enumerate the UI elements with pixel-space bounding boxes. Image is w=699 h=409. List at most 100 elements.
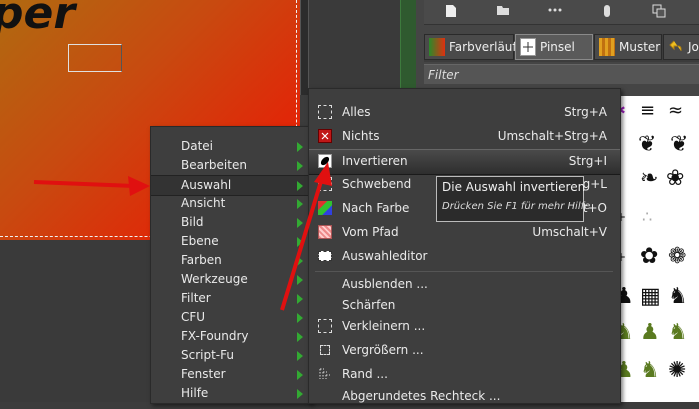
menu-item-label: Rand ... bbox=[342, 367, 388, 381]
menu-item-label: CFU bbox=[181, 310, 206, 324]
filter-field[interactable]: Filter bbox=[424, 64, 699, 84]
brush-thumb[interactable]: ❧ bbox=[640, 168, 658, 190]
new-document-icon[interactable] bbox=[444, 4, 458, 18]
brush-thumb[interactable]: ♟ bbox=[640, 322, 660, 344]
menu-item-windows[interactable]: Fenster bbox=[151, 365, 311, 384]
brush-thumb[interactable]: ✺ bbox=[668, 360, 686, 382]
menu-item-from-path[interactable]: Vom Pfad Umschalt+V bbox=[309, 221, 620, 245]
menu-item-grow[interactable]: Vergrößern ... bbox=[309, 339, 620, 363]
menu-item-file[interactable]: Datei bbox=[151, 137, 311, 156]
menu-item-edit[interactable]: Bearbeiten bbox=[151, 156, 311, 175]
tab-journal[interactable]: Journal bbox=[663, 34, 699, 60]
tab-gradients[interactable]: Farbverläufe bbox=[424, 34, 524, 60]
menu-item-label: Schwebend bbox=[342, 177, 412, 191]
menu-item-label: Nach Farbe bbox=[342, 201, 410, 215]
tab-patterns[interactable]: Muster bbox=[594, 34, 662, 60]
menu-item-help[interactable]: Hilfe bbox=[151, 384, 311, 403]
brush-thumb[interactable]: ❦ bbox=[670, 134, 688, 156]
from-path-icon bbox=[318, 225, 332, 239]
menu-item-tools[interactable]: Werkzeuge bbox=[151, 270, 311, 289]
menu-item-filters[interactable]: Filter bbox=[151, 289, 311, 308]
submenu-arrow-icon bbox=[297, 312, 303, 323]
menu-item-label: Alles bbox=[342, 105, 371, 119]
image-menu: Datei Bearbeiten Auswahl Ansicht Bild Eb… bbox=[150, 126, 312, 404]
menu-item-invert[interactable]: Invertieren Strg+I bbox=[309, 149, 620, 175]
menu-item-layer[interactable]: Ebene bbox=[151, 232, 311, 251]
dock-toolbar bbox=[424, 0, 699, 25]
menu-item-label: Fenster bbox=[181, 367, 226, 381]
menu-item-view[interactable]: Ansicht bbox=[151, 194, 311, 213]
grow-icon bbox=[320, 345, 330, 355]
submenu-arrow-icon bbox=[297, 293, 303, 304]
brush-thumb[interactable]: ∴ bbox=[642, 206, 652, 228]
menu-item-label: Bearbeiten bbox=[181, 158, 247, 172]
menu-item-label: Hilfe bbox=[181, 386, 209, 400]
brush-thumb[interactable]: ♞ bbox=[668, 322, 688, 344]
brush-thumb[interactable]: ≡ bbox=[640, 100, 655, 122]
brush-thumb[interactable]: ▦ bbox=[640, 286, 661, 308]
menu-item-colors[interactable]: Farben bbox=[151, 251, 311, 270]
tooltip-hint: Drücken Sie F1 für mehr Hilfe bbox=[442, 201, 591, 212]
pattern-icon bbox=[599, 38, 615, 56]
brush-thumb[interactable]: ❦ bbox=[638, 134, 656, 156]
brush-thumb[interactable]: ❀ bbox=[666, 168, 684, 190]
menu-item-label: Invertieren bbox=[342, 154, 408, 168]
menu-item-label: Farben bbox=[181, 253, 222, 267]
menu-item-shrink[interactable]: Verkleinern ... bbox=[309, 315, 620, 339]
submenu-arrow-icon bbox=[297, 388, 303, 399]
gradient-icon bbox=[429, 38, 445, 56]
menu-item-image[interactable]: Bild bbox=[151, 213, 311, 232]
submenu-arrow-icon bbox=[297, 160, 303, 171]
windows-icon[interactable] bbox=[652, 4, 666, 18]
menu-item-script-fu[interactable]: Script-Fu bbox=[151, 346, 311, 365]
brush-grid[interactable]: ✱ ≡ ≈ ❦ ❦ ❧ ❀ + ∴ + ✿ ❁ ♟ ▦ ♞ ♞ ♟ ♞ ♟ ♞ … bbox=[610, 96, 699, 402]
menu-item-label: Abgerundetes Rechteck ... bbox=[342, 389, 501, 403]
menu-item-label: Schärfen bbox=[342, 298, 396, 312]
submenu-arrow-icon bbox=[297, 274, 303, 285]
menu-item-label: Bild bbox=[181, 215, 204, 229]
submenu-arrow-icon bbox=[297, 255, 303, 266]
tooltip: Die Auswahl invertieren Drücken Sie F1 f… bbox=[436, 176, 590, 222]
menu-item-select-all[interactable]: Alles Strg+A bbox=[309, 101, 620, 125]
menu-item-border[interactable]: Rand ... bbox=[309, 363, 620, 387]
menu-item-select-none[interactable]: Nichts Umschalt+Strg+A bbox=[309, 125, 620, 149]
brush-thumb[interactable]: ❁ bbox=[668, 246, 686, 268]
submenu-arrow-icon bbox=[297, 141, 303, 152]
brush-thumb[interactable]: ♞ bbox=[668, 286, 688, 308]
menu-item-label: Auswahleditor bbox=[342, 249, 428, 263]
submenu-arrow-icon bbox=[297, 217, 303, 228]
menu-shortcut: Strg+A bbox=[564, 105, 607, 119]
border-icon bbox=[318, 367, 332, 381]
menu-item-selection-editor[interactable]: Auswahleditor bbox=[309, 245, 620, 269]
menu-item-select[interactable]: Auswahl bbox=[151, 175, 311, 196]
menu-item-fx-foundry[interactable]: FX-Foundry bbox=[151, 327, 311, 346]
menu-item-label: Filter bbox=[181, 291, 211, 305]
tooltip-title: Die Auswahl invertieren bbox=[442, 180, 586, 194]
brush-dots-icon[interactable] bbox=[548, 4, 562, 18]
menu-item-label: FX-Foundry bbox=[181, 329, 249, 343]
menu-item-label: Auswahl bbox=[181, 178, 232, 192]
folder-icon[interactable] bbox=[496, 4, 510, 18]
by-color-icon bbox=[318, 201, 332, 215]
menu-shortcut: Umschalt+Strg+A bbox=[497, 129, 607, 143]
brush-thumb[interactable]: ♞ bbox=[640, 360, 660, 382]
submenu-arrow-icon bbox=[297, 198, 303, 209]
menu-shortcut: Strg+I bbox=[568, 154, 607, 168]
invert-icon bbox=[318, 154, 332, 168]
select-all-icon bbox=[318, 105, 332, 119]
menu-item-label: Ausblenden ... bbox=[342, 277, 428, 291]
menu-item-label: Vom Pfad bbox=[342, 225, 399, 239]
menu-item-label: Ansicht bbox=[181, 196, 226, 210]
menu-item-label: Verkleinern ... bbox=[342, 319, 426, 333]
brush-thumb[interactable]: ✿ bbox=[640, 246, 658, 268]
menu-shortcut: Umschalt+V bbox=[532, 225, 607, 239]
menu-item-cfu[interactable]: CFU bbox=[151, 308, 311, 327]
toggle-icon[interactable] bbox=[600, 4, 614, 18]
submenu-arrow-icon bbox=[297, 331, 303, 342]
undo-icon bbox=[668, 38, 684, 56]
tab-brushes-label: Pinsel bbox=[540, 40, 575, 54]
menu-item-rounded-rect[interactable]: Abgerundetes Rechteck ... bbox=[309, 385, 620, 409]
tab-brushes[interactable]: Pinsel bbox=[515, 34, 593, 60]
canvas-padding bbox=[308, 0, 401, 95]
brush-thumb[interactable]: ≈ bbox=[668, 100, 683, 122]
